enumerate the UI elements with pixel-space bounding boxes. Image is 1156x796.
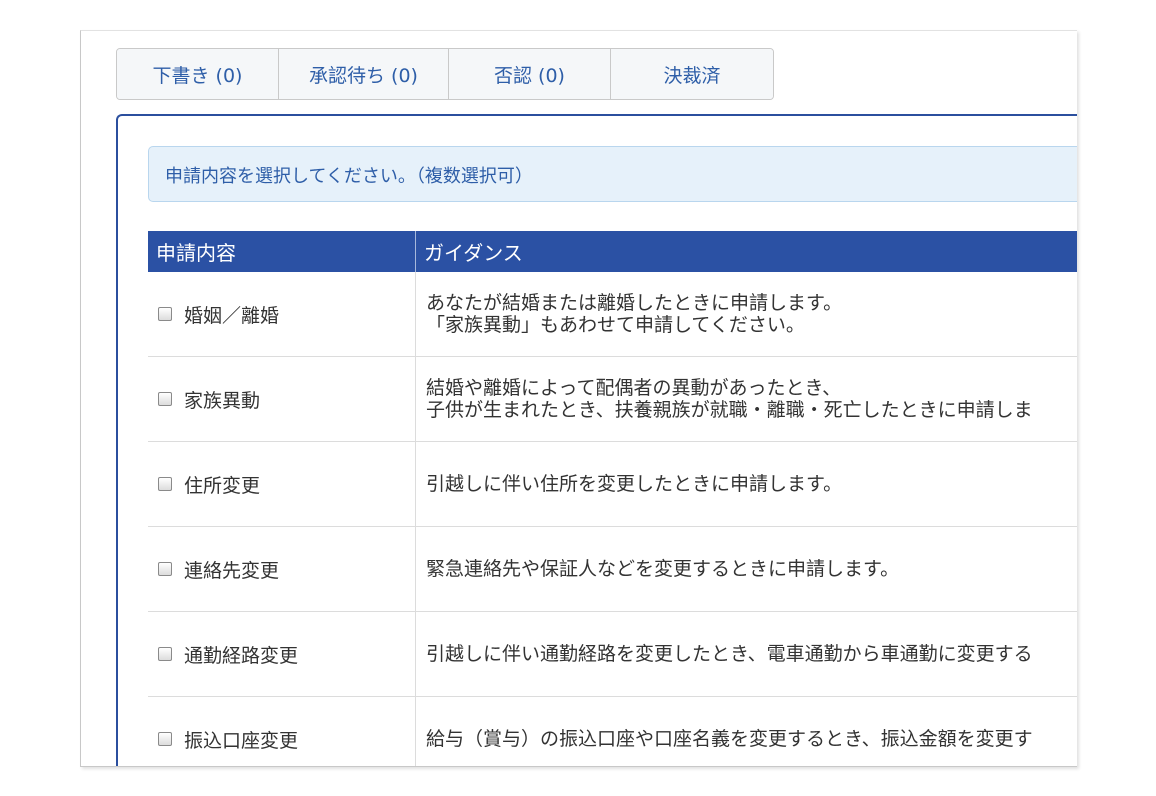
tab-approved[interactable]: 決裁済 (611, 49, 773, 99)
table-row: 振込口座変更 給与（賞与）の振込口座や口座名義を変更するとき、振込金額を変更す (148, 696, 1077, 766)
table-row: 通勤経路変更 引越しに伴い通勤経路を変更したとき、電車通勤から車通勤に変更する (148, 611, 1077, 697)
table-row: 住所変更 引越しに伴い住所を変更したときに申請します。 (148, 441, 1077, 527)
content-panel: 申請内容を選択してください。（複数選択可） 申請内容 ガイダンス 婚姻／離婚 あ… (116, 114, 1077, 766)
guidance-cell: 引越しに伴い住所を変更したときに申請します。 (415, 441, 1077, 527)
info-message: 申請内容を選択してください。（複数選択可） (148, 146, 1077, 202)
checkbox-commute-route-change[interactable] (158, 647, 172, 661)
checkbox-bank-account-change[interactable] (158, 732, 172, 746)
checkbox-contact-change[interactable] (158, 562, 172, 576)
request-name-cell: 婚姻／離婚 (148, 272, 416, 357)
guidance-line: 子供が生まれたとき、扶養親族が就職・離職・死亡したときに申請しま (426, 399, 1033, 421)
guidance-cell: 緊急連絡先や保証人などを変更するときに申請します。 (415, 526, 1077, 612)
guidance-cell: 給与（賞与）の振込口座や口座名義を変更するとき、振込金額を変更す (415, 696, 1077, 766)
app-frame: 下書き (0) 承認待ち (0) 否認 (0) 決裁済 申請内容を選択してくださ… (80, 30, 1077, 767)
table-row: 連絡先変更 緊急連絡先や保証人などを変更するときに申請します。 (148, 526, 1077, 612)
checkbox-address-change[interactable] (158, 477, 172, 491)
header-request-content: 申請内容 (148, 231, 416, 272)
request-name: 婚姻／離婚 (184, 304, 280, 327)
guidance-line: 緊急連絡先や保証人などを変更するときに申請します。 (426, 558, 900, 580)
request-name: 連絡先変更 (184, 559, 280, 582)
guidance-cell: 引越しに伴い通勤経路を変更したとき、電車通勤から車通勤に変更する (415, 611, 1077, 697)
header-guidance: ガイダンス (415, 231, 1077, 272)
request-name-cell: 振込口座変更 (148, 696, 416, 766)
tab-rejected[interactable]: 否認 (0) (449, 49, 611, 99)
request-name-cell: 連絡先変更 (148, 526, 416, 612)
guidance-line: 引越しに伴い通勤経路を変更したとき、電車通勤から車通勤に変更する (426, 643, 1033, 665)
guidance-line: あなたが結婚または離婚したときに申請します。 (426, 292, 843, 314)
checkbox-marriage-divorce[interactable] (158, 307, 172, 321)
table-row: 家族異動 結婚や離婚によって配偶者の異動があったとき、 子供が生まれたとき、扶養… (148, 356, 1077, 442)
table-header-row: 申請内容 ガイダンス (148, 231, 1077, 272)
tab-pending-approval[interactable]: 承認待ち (0) (279, 49, 449, 99)
request-name: 振込口座変更 (184, 729, 299, 752)
request-name: 通勤経路変更 (184, 644, 299, 667)
request-name-cell: 通勤経路変更 (148, 611, 416, 697)
tab-draft[interactable]: 下書き (0) (117, 49, 279, 99)
request-name: 家族異動 (184, 389, 261, 412)
request-name: 住所変更 (184, 474, 261, 497)
checkbox-family-change[interactable] (158, 392, 172, 406)
status-tabs: 下書き (0) 承認待ち (0) 否認 (0) 決裁済 (116, 48, 774, 100)
guidance-line: 給与（賞与）の振込口座や口座名義を変更するとき、振込金額を変更す (426, 728, 1033, 750)
table-row: 婚姻／離婚 あなたが結婚または離婚したときに申請します。 「家族異動」もあわせて… (148, 272, 1077, 357)
request-name-cell: 家族異動 (148, 356, 416, 442)
guidance-line: 「家族異動」もあわせて申請してください。 (426, 314, 805, 336)
guidance-cell: あなたが結婚または離婚したときに申請します。 「家族異動」もあわせて申請してくだ… (415, 272, 1077, 357)
guidance-line: 引越しに伴い住所を変更したときに申請します。 (426, 473, 843, 495)
request-type-table: 申請内容 ガイダンス 婚姻／離婚 あなたが結婚または離婚したときに申請します。 … (148, 231, 1077, 766)
guidance-line: 結婚や離婚によって配偶者の異動があったとき、 (426, 377, 842, 399)
request-name-cell: 住所変更 (148, 441, 416, 527)
guidance-cell: 結婚や離婚によって配偶者の異動があったとき、 子供が生まれたとき、扶養親族が就職… (415, 356, 1077, 442)
